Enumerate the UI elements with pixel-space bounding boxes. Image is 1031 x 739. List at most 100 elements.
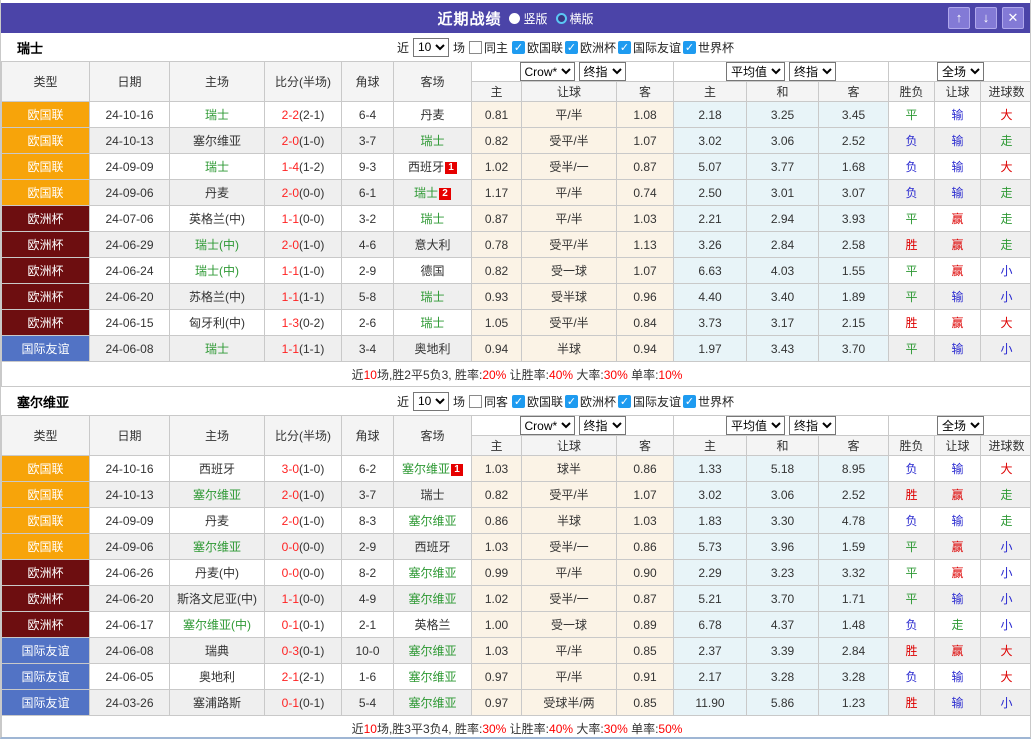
team-link[interactable]: 瑞士(中): [195, 264, 239, 278]
move-down-button[interactable]: ↓: [975, 7, 997, 29]
checked-checkbox-icon[interactable]: ✓: [511, 40, 525, 54]
wdl-result-cell: 平: [888, 101, 936, 128]
team-link[interactable]: 意大利: [414, 238, 450, 252]
handicap-line-cell: 受平/半: [521, 127, 617, 154]
team-link[interactable]: 塞尔维亚: [402, 462, 450, 476]
match-row: 欧洲杯 24-06-26 丹麦(中) 0-0(0-0) 8-2 塞尔维亚 0.99 平/半 0.…: [1, 559, 1030, 586]
team-link[interactable]: 瑞典: [205, 644, 229, 658]
average-time-select[interactable]: 终指: [789, 62, 836, 81]
team-link[interactable]: 塞尔维亚: [193, 540, 241, 554]
odds-provider-select[interactable]: Crow*: [519, 62, 575, 81]
match-row: 欧国联 24-10-13 塞尔维亚 2-0(1-0) 3-7 瑞士 0.82 受平/半 1.07…: [1, 127, 1030, 154]
radio-selected-icon[interactable]: [509, 12, 521, 24]
team-link[interactable]: 塞尔维亚: [408, 696, 456, 710]
team-link[interactable]: 瑞士: [420, 134, 444, 148]
league-filter[interactable]: ✓ 世界杯: [683, 39, 734, 56]
team-link[interactable]: 塞尔维亚: [408, 592, 456, 606]
checked-checkbox-icon[interactable]: ✓: [618, 40, 632, 54]
scope-select[interactable]: 全场: [937, 416, 985, 435]
team-link[interactable]: 奥地利: [199, 670, 235, 684]
team-link[interactable]: 德国: [420, 264, 444, 278]
team-link[interactable]: 西班牙: [408, 160, 444, 174]
checked-checkbox-icon[interactable]: ✓: [511, 394, 525, 408]
team-link[interactable]: 塞浦路斯: [193, 696, 241, 710]
same-venue-filter[interactable]: 同客: [468, 393, 508, 410]
same-venue-filter[interactable]: 同主: [468, 39, 508, 56]
checked-checkbox-icon[interactable]: ✓: [618, 394, 632, 408]
league-filter[interactable]: ✓ 国际友谊: [618, 39, 681, 56]
team-link[interactable]: 奥地利: [414, 342, 450, 356]
handicap-result-cell: 输: [934, 335, 982, 362]
team-link[interactable]: 塞尔维亚: [193, 488, 241, 502]
team-link[interactable]: 丹麦(中): [195, 566, 239, 580]
league-filter[interactable]: ✓ 世界杯: [683, 393, 734, 410]
team-link[interactable]: 塞尔维亚: [408, 644, 456, 658]
checked-checkbox-icon[interactable]: ✓: [565, 394, 578, 408]
team-link[interactable]: 瑞士: [420, 290, 444, 304]
checked-checkbox-icon[interactable]: ✓: [683, 40, 697, 54]
odds-time-select[interactable]: 终指: [578, 416, 626, 435]
average-time-select[interactable]: 终指: [789, 416, 836, 435]
away-team-cell: 瑞士: [393, 283, 472, 310]
scope-select[interactable]: 全场: [937, 62, 985, 81]
unchecked-checkbox-icon[interactable]: [468, 394, 482, 408]
recent-count-select[interactable]: 10: [412, 37, 449, 57]
team-link[interactable]: 斯洛文尼亚(中): [177, 592, 257, 606]
team-link[interactable]: 塞尔维亚(中): [183, 618, 251, 632]
team-link[interactable]: 瑞士: [205, 342, 229, 356]
results-table: 类型 日期 主场 比分(半场) 角球 客场 Crow* 终指 平均值 终指 全场 主…: [1, 415, 1030, 737]
recent-count-select[interactable]: 10: [412, 391, 449, 411]
layout-radio-horizontal[interactable]: 横版: [555, 10, 594, 27]
checked-checkbox-icon[interactable]: ✓: [565, 40, 578, 54]
league-filter[interactable]: ✓ 欧洲杯: [565, 39, 616, 56]
avg-away-odds-cell: 3.45: [817, 101, 890, 128]
league-filter[interactable]: ✓ 国际友谊: [618, 393, 681, 410]
date-cell: 24-06-17: [89, 611, 170, 638]
team-link[interactable]: 塞尔维亚: [408, 514, 456, 528]
radio-unselected-icon[interactable]: [555, 12, 567, 24]
close-button[interactable]: ✕: [1002, 7, 1024, 29]
team-link[interactable]: 瑞士(中): [195, 238, 239, 252]
handicap-odds-group-header: Crow* 终指: [471, 61, 674, 82]
team-link[interactable]: 苏格兰(中): [189, 290, 245, 304]
team-link[interactable]: 西班牙: [199, 462, 235, 476]
red-card-badge: 1: [445, 162, 457, 174]
team-link[interactable]: 丹麦: [205, 514, 229, 528]
goals-result-cell: 大: [980, 101, 1030, 128]
team-link[interactable]: 英格兰: [414, 618, 450, 632]
col-header-type: 类型: [1, 415, 90, 456]
date-cell: 24-06-24: [89, 257, 170, 284]
team-link[interactable]: 塞尔维亚: [408, 670, 456, 684]
col-header-corner: 角球: [341, 61, 394, 102]
team-link[interactable]: 瑞士: [420, 488, 444, 502]
team-link[interactable]: 瑞士: [420, 316, 444, 330]
league-type-cell: 欧国联: [1, 507, 90, 534]
move-up-button[interactable]: ↑: [948, 7, 970, 29]
layout-radio-vertical[interactable]: 竖版: [509, 10, 548, 27]
league-filter[interactable]: ✓ 欧国联: [511, 39, 563, 56]
checked-checkbox-icon[interactable]: ✓: [683, 394, 697, 408]
average-provider-select[interactable]: 平均值: [726, 416, 785, 435]
team-link[interactable]: 丹麦: [420, 108, 444, 122]
team-link[interactable]: 英格兰(中): [189, 212, 245, 226]
team-link[interactable]: 塞尔维亚: [408, 566, 456, 580]
odds-time-select[interactable]: 终指: [578, 62, 626, 81]
team-link[interactable]: 塞尔维亚: [193, 134, 241, 148]
team-link[interactable]: 西班牙: [414, 540, 450, 554]
odds-provider-select[interactable]: Crow*: [519, 416, 575, 435]
team-link[interactable]: 瑞士: [205, 160, 229, 174]
unchecked-checkbox-icon[interactable]: [468, 40, 482, 54]
handicap-home-odds-cell: 0.81: [471, 101, 522, 128]
wdl-result-cell: 胜: [888, 481, 936, 508]
team-link[interactable]: 瑞士: [420, 212, 444, 226]
league-filter[interactable]: ✓ 欧国联: [511, 393, 563, 410]
corner-cell: 4-6: [341, 231, 394, 258]
col-header-avg-home: 主: [673, 81, 747, 102]
team-link[interactable]: 瑞士: [205, 108, 229, 122]
league-filter[interactable]: ✓ 欧洲杯: [565, 393, 616, 410]
wdl-result-cell: 负: [888, 127, 936, 154]
team-link[interactable]: 匈牙利(中): [189, 316, 245, 330]
average-provider-select[interactable]: 平均值: [726, 62, 785, 81]
team-link[interactable]: 丹麦: [205, 186, 229, 200]
team-link[interactable]: 瑞士: [414, 186, 438, 200]
